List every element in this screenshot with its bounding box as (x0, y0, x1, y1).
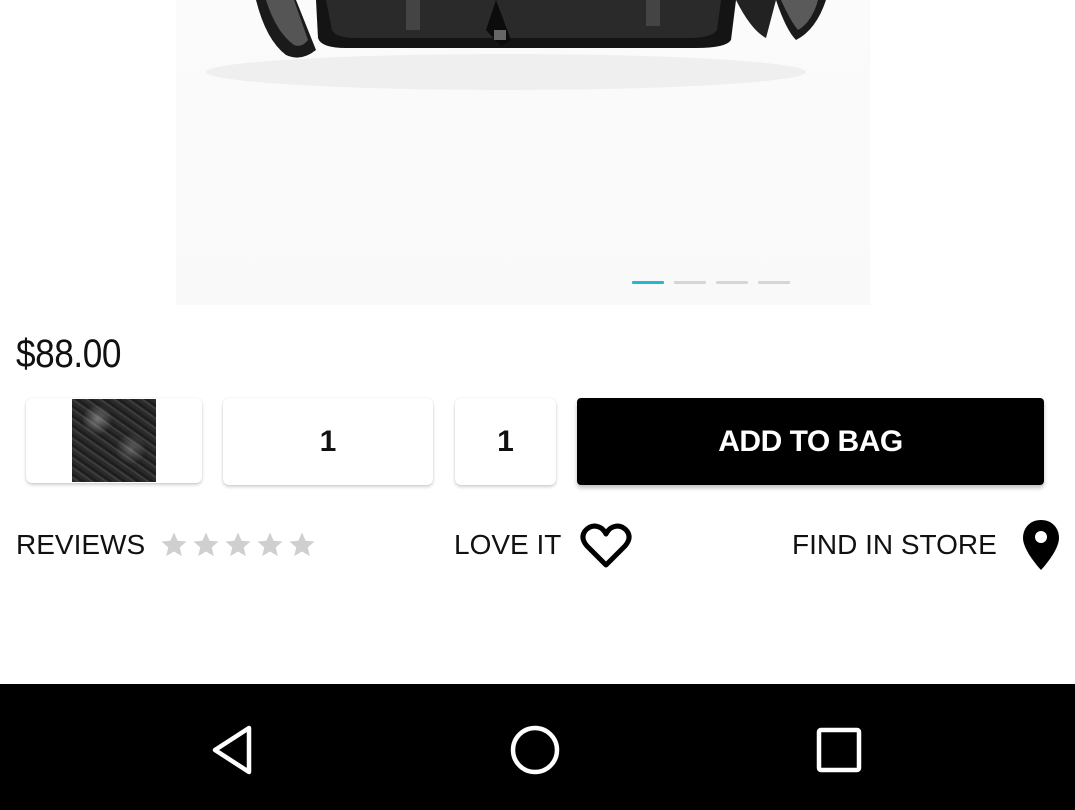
star-icon (257, 532, 283, 557)
android-navigation-bar (0, 684, 1075, 810)
color-swatch-selector[interactable] (26, 398, 202, 483)
add-to-bag-button[interactable]: ADD TO BAG (577, 398, 1044, 485)
find-in-store-label: FIND IN STORE (792, 529, 997, 560)
star-icon (161, 532, 187, 557)
star-icon (289, 532, 315, 557)
star-icon (225, 532, 251, 557)
size-value: 1 (319, 424, 337, 458)
quantity-value: 1 (497, 424, 514, 458)
page-dot[interactable] (758, 281, 790, 284)
page-dot-active[interactable] (632, 281, 664, 284)
location-pin-icon[interactable] (1021, 518, 1061, 572)
find-in-store-button[interactable]: FIND IN STORE (792, 520, 1061, 570)
love-it-label: LOVE IT (454, 529, 562, 560)
page-dot[interactable] (716, 281, 748, 284)
nav-home-button[interactable] (507, 722, 563, 778)
product-price: $88.00 (16, 332, 122, 376)
product-image[interactable] (176, 0, 870, 305)
reviews-label: REVIEWS (16, 529, 146, 560)
back-triangle-icon (212, 725, 252, 775)
quantity-selector[interactable]: 1 (455, 398, 556, 485)
handbag-image (206, 0, 826, 90)
rating-stars (159, 530, 317, 560)
nav-back-button[interactable] (205, 722, 261, 778)
product-image-carousel[interactable] (0, 0, 1075, 305)
recents-square-icon (816, 727, 862, 773)
star-icon (193, 532, 219, 557)
reviews-link[interactable]: REVIEWS (16, 520, 317, 570)
page-dot[interactable] (674, 281, 706, 284)
size-selector[interactable]: 1 (223, 398, 433, 485)
home-circle-icon (510, 725, 560, 775)
nav-recents-button[interactable] (811, 722, 867, 778)
color-swatch-black-leather[interactable] (72, 399, 156, 482)
love-it-button[interactable]: LOVE IT (454, 520, 633, 570)
heart-outline-icon[interactable] (579, 521, 633, 569)
carousel-page-indicator (632, 281, 790, 284)
